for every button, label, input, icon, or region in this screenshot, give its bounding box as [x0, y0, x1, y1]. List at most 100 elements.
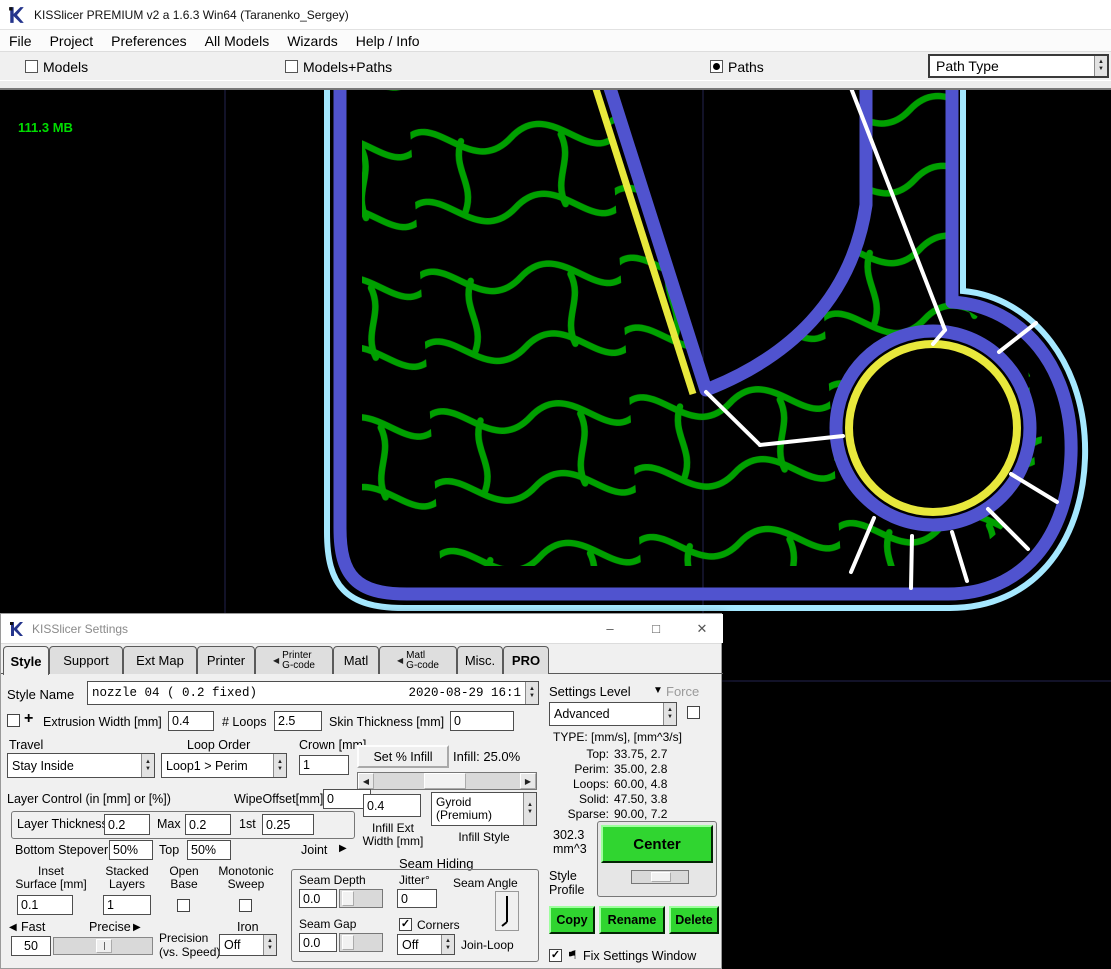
- force-triangle-icon[interactable]: ▼: [653, 685, 663, 696]
- skin-thickness-field[interactable]: [450, 711, 514, 731]
- fast-label: Fast: [21, 920, 45, 934]
- menu-all-models[interactable]: All Models: [196, 33, 279, 49]
- settings-window-title: KISSlicer Settings: [32, 622, 128, 636]
- menu-file[interactable]: File: [0, 33, 41, 49]
- iron-spinner-icon[interactable]: ▲▼: [263, 935, 276, 955]
- style-name-select[interactable]: nozzle 04 ( 0.2 fixed) 2020-08-29 16:1 ▲…: [87, 681, 539, 705]
- seam-gap-field[interactable]: [299, 933, 337, 952]
- settings-level-select[interactable]: Advanced ▲▼: [549, 702, 677, 726]
- join-loop-label: Join-Loop: [461, 938, 514, 952]
- speed-type-header: TYPE: [mm/s], [mm^3/s]: [553, 730, 682, 744]
- layer-thickness-field[interactable]: [104, 814, 150, 835]
- maximize-button[interactable]: □: [635, 614, 677, 643]
- infill-style-select[interactable]: Gyroid (Premium) ▲▼: [431, 792, 537, 826]
- menu-help-info[interactable]: Help / Info: [347, 33, 429, 49]
- extrusion-width-field[interactable]: [168, 711, 214, 731]
- center-mini-slider[interactable]: [631, 870, 689, 884]
- loop-order-label: Loop Order: [187, 738, 250, 752]
- seam-angle-icon[interactable]: [495, 891, 519, 931]
- precision-label-line2: (vs. Speed): [159, 945, 220, 959]
- tab-misc[interactable]: Misc.: [457, 646, 503, 674]
- tab-style[interactable]: Style: [3, 646, 49, 675]
- joint-label: Joint: [301, 843, 327, 857]
- radio-paths[interactable]: [710, 60, 723, 73]
- speed-row: Loops:60.00, 4.8: [557, 777, 707, 791]
- path-type-spinner-icon[interactable]: ▲▼: [1094, 56, 1107, 76]
- slider-right-arrow-icon[interactable]: ▶: [520, 773, 536, 789]
- menu-wizards[interactable]: Wizards: [278, 33, 347, 49]
- style-new-checkbox[interactable]: [7, 714, 20, 727]
- seam-depth-field[interactable]: [299, 889, 337, 908]
- close-button[interactable]: ✕: [681, 614, 723, 643]
- gcode-arrow-icon: ◀: [397, 656, 403, 666]
- infill-slider-thumb[interactable]: [424, 773, 466, 789]
- radio-selected-dot: [713, 63, 720, 70]
- rename-button[interactable]: Rename: [599, 906, 665, 934]
- corners-checkbox[interactable]: ✓: [399, 918, 412, 931]
- precision-slider[interactable]: [53, 937, 153, 955]
- tab-support[interactable]: Support: [49, 646, 123, 674]
- precision-value-field[interactable]: [11, 936, 51, 956]
- tab-ext-map[interactable]: Ext Map: [123, 646, 197, 674]
- seam-depth-slider[interactable]: [339, 889, 383, 908]
- loop-order-spinner-icon[interactable]: ▲▼: [273, 754, 286, 777]
- join-loop-spinner-icon[interactable]: ▲▼: [441, 935, 454, 954]
- top-stepover-field[interactable]: [187, 840, 231, 860]
- slider-left-arrow-icon[interactable]: ◀: [358, 773, 374, 789]
- radio-models-paths[interactable]: [285, 60, 298, 73]
- minimize-button[interactable]: –: [589, 614, 631, 643]
- set-infill-button[interactable]: Set % Infill: [357, 745, 449, 768]
- radio-models[interactable]: [25, 60, 38, 73]
- jitter-field[interactable]: [397, 889, 437, 908]
- infill-ext-width-field[interactable]: [363, 794, 421, 817]
- joint-arrow-icon[interactable]: ▶: [339, 843, 347, 854]
- delete-button[interactable]: Delete: [669, 906, 719, 934]
- settings-level-checkbox[interactable]: [687, 706, 700, 719]
- bottom-stepover-field[interactable]: [109, 840, 153, 860]
- open-base-checkbox[interactable]: [177, 899, 190, 912]
- loop-order-select[interactable]: Loop1 > Perim ▲▼: [161, 753, 287, 778]
- style-name-spinner-icon[interactable]: ▲▼: [525, 682, 538, 704]
- travel-select[interactable]: Stay Inside ▲▼: [7, 753, 155, 778]
- seam-gap-slider[interactable]: [339, 933, 383, 952]
- monotonic-sweep-label-line1: Monotonic: [213, 864, 279, 878]
- num-loops-field[interactable]: [274, 711, 322, 731]
- fix-window-checkbox[interactable]: ✓: [549, 949, 562, 962]
- iron-select[interactable]: Off ▲▼: [219, 934, 277, 956]
- first-layer-field[interactable]: [262, 814, 314, 835]
- tab-matl[interactable]: Matl: [333, 646, 379, 674]
- skin-thickness-label: Skin Thickness [mm]: [329, 715, 444, 729]
- path-type-select[interactable]: Path Type ▲▼: [928, 54, 1109, 78]
- crown-field[interactable]: [299, 755, 349, 775]
- tab-matl-gcode[interactable]: ◀ MatlG-code: [379, 646, 457, 674]
- precision-label-line1: Precision: [159, 931, 208, 945]
- menu-preferences[interactable]: Preferences: [102, 33, 195, 49]
- menu-project[interactable]: Project: [41, 33, 103, 49]
- first-layer-label: 1st: [239, 817, 256, 831]
- copy-button[interactable]: Copy: [549, 906, 595, 934]
- inset-surface-label-line1: Inset: [11, 864, 91, 878]
- monotonic-sweep-checkbox[interactable]: [239, 899, 252, 912]
- stacked-layers-field[interactable]: [103, 895, 151, 915]
- join-loop-select[interactable]: Off ▲▼: [397, 934, 455, 955]
- infill-percent-slider[interactable]: ◀ ▶: [357, 772, 537, 790]
- toolbar-separator: [0, 80, 1111, 90]
- settings-level-spinner-icon[interactable]: ▲▼: [663, 703, 676, 725]
- center-button[interactable]: Center: [601, 825, 713, 863]
- precision-slider-thumb[interactable]: [96, 939, 112, 953]
- inset-surface-field[interactable]: [17, 895, 73, 915]
- iron-value: Off: [220, 938, 263, 952]
- check-icon: ✓: [401, 918, 410, 930]
- infill-ext-label-line2: Width [mm]: [357, 834, 429, 848]
- tab-printer-gcode[interactable]: ◀ PrinterG-code: [255, 646, 333, 674]
- travel-spinner-icon[interactable]: ▲▼: [141, 754, 154, 777]
- infill-style-spinner-icon[interactable]: ▲▼: [523, 793, 536, 825]
- seam-depth-label: Seam Depth: [299, 873, 366, 887]
- tab-printer[interactable]: Printer: [197, 646, 255, 674]
- tab-pro[interactable]: PRO: [503, 646, 549, 674]
- style-profile-label-line1: Style: [549, 869, 577, 883]
- max-layer-field[interactable]: [185, 814, 231, 835]
- window-title: KISSlicer PREMIUM v2 a 1.6.3 Win64 (Tara…: [34, 8, 349, 22]
- path-type-value: Path Type: [930, 58, 1094, 74]
- tab-matl-gcode-line2: G-code: [406, 660, 439, 671]
